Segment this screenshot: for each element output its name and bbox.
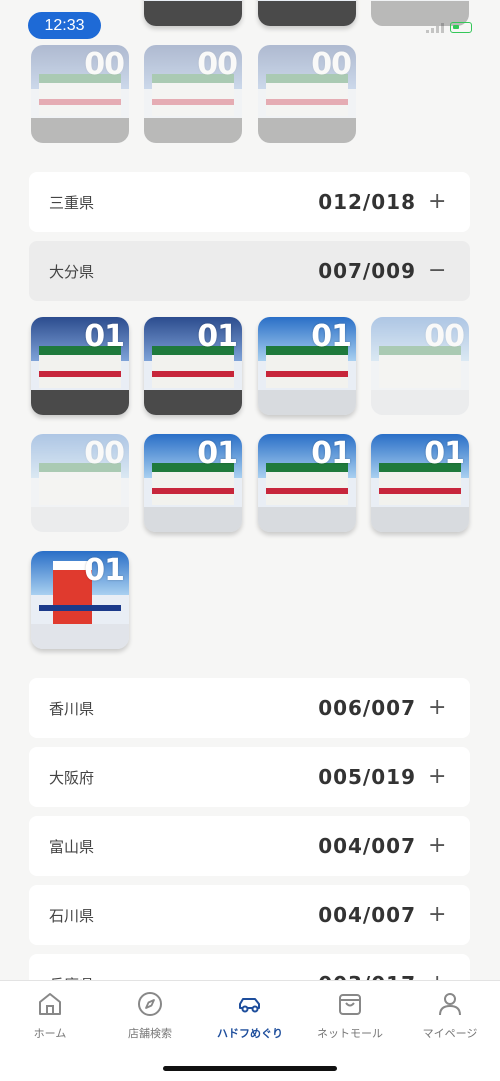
- visit-progress: 005/019: [318, 765, 416, 789]
- status-indicators: [426, 22, 472, 33]
- tab-my-page[interactable]: マイページ: [400, 991, 500, 1041]
- visit-progress: 006/007: [318, 696, 416, 720]
- expand-icon[interactable]: +: [428, 697, 446, 719]
- store-thumbnail[interactable]: 00: [31, 45, 129, 143]
- visit-progress: 012/018: [318, 190, 416, 214]
- prefecture-label: 大阪府: [49, 768, 95, 787]
- prefecture-label: 香川県: [49, 699, 95, 718]
- person-icon: [439, 993, 461, 1016]
- store-thumbnail[interactable]: 01: [31, 551, 129, 649]
- store-thumbnail[interactable]: [258, 0, 356, 26]
- visit-progress: 007/009: [318, 259, 416, 283]
- status-time: 12:33: [28, 12, 101, 39]
- visit-count: 01: [84, 553, 125, 588]
- expand-icon[interactable]: +: [428, 904, 446, 926]
- prefecture-row-osaka[interactable]: 大阪府 005/019 +: [29, 747, 470, 807]
- prefecture-label: 三重県: [49, 193, 95, 212]
- tab-label: ホーム: [33, 1027, 67, 1040]
- expand-icon[interactable]: +: [428, 835, 446, 857]
- store-thumbnail[interactable]: 01: [258, 434, 356, 532]
- collapse-icon[interactable]: −: [428, 260, 446, 282]
- visit-count: 00: [84, 436, 125, 471]
- prefecture-row-kagawa[interactable]: 香川県 006/007 +: [29, 678, 470, 738]
- tab-label: ハドフめぐり: [217, 1027, 283, 1040]
- tab-label: 店舗検索: [128, 1027, 172, 1040]
- compass-icon: [138, 992, 162, 1016]
- car-icon: [239, 998, 260, 1013]
- signal-icon: [426, 22, 444, 33]
- store-thumbnail[interactable]: 01: [258, 317, 356, 415]
- visit-count: 01: [311, 319, 352, 354]
- visit-count: 00: [424, 319, 465, 354]
- visit-progress: 004/007: [318, 834, 416, 858]
- prefecture-label: 石川県: [49, 906, 95, 925]
- prefecture-row-toyama[interactable]: 富山県 004/007 +: [29, 816, 470, 876]
- prefecture-label: 富山県: [49, 837, 95, 856]
- visit-count: 00: [311, 47, 352, 82]
- tab-label: ネットモール: [317, 1027, 383, 1040]
- prefecture-row-mie[interactable]: 三重県 012/018 +: [29, 172, 470, 232]
- visit-count: 01: [197, 319, 238, 354]
- store-thumbnail[interactable]: 01: [144, 434, 242, 532]
- battery-icon: [450, 22, 472, 33]
- expand-icon[interactable]: +: [428, 766, 446, 788]
- home-icon: [39, 993, 61, 1015]
- tab-net-mall[interactable]: ネットモール: [300, 991, 400, 1041]
- visit-count: 01: [84, 319, 125, 354]
- prefecture-label: 大分県: [49, 262, 95, 281]
- visit-count: 01: [311, 436, 352, 471]
- tab-home[interactable]: ホーム: [0, 991, 100, 1041]
- tab-hadofu-meguri[interactable]: ハドフめぐり: [200, 991, 300, 1041]
- shopping-bag-icon: [339, 994, 361, 1015]
- expand-icon[interactable]: +: [428, 191, 446, 213]
- visit-count: 00: [84, 47, 125, 82]
- store-thumbnail[interactable]: 00: [258, 45, 356, 143]
- store-thumbnail[interactable]: 01: [371, 434, 469, 532]
- prefecture-row-ishikawa[interactable]: 石川県 004/007 +: [29, 885, 470, 945]
- store-thumbnail[interactable]: 00: [144, 45, 242, 143]
- home-indicator: [163, 1066, 337, 1071]
- tab-store-search[interactable]: 店舗検索: [100, 991, 200, 1041]
- tab-label: マイページ: [422, 1027, 478, 1040]
- store-thumbnail[interactable]: 00: [371, 317, 469, 415]
- store-thumbnail[interactable]: [144, 0, 242, 26]
- store-thumbnail[interactable]: 01: [144, 317, 242, 415]
- visit-progress: 004/007: [318, 903, 416, 927]
- prefecture-row-oita[interactable]: 大分県 007/009 −: [29, 241, 470, 301]
- visit-count: 00: [197, 47, 238, 82]
- store-thumbnail[interactable]: 01: [31, 317, 129, 415]
- visit-count: 01: [424, 436, 465, 471]
- store-thumbnail[interactable]: 00: [31, 434, 129, 532]
- visit-count: 01: [197, 436, 238, 471]
